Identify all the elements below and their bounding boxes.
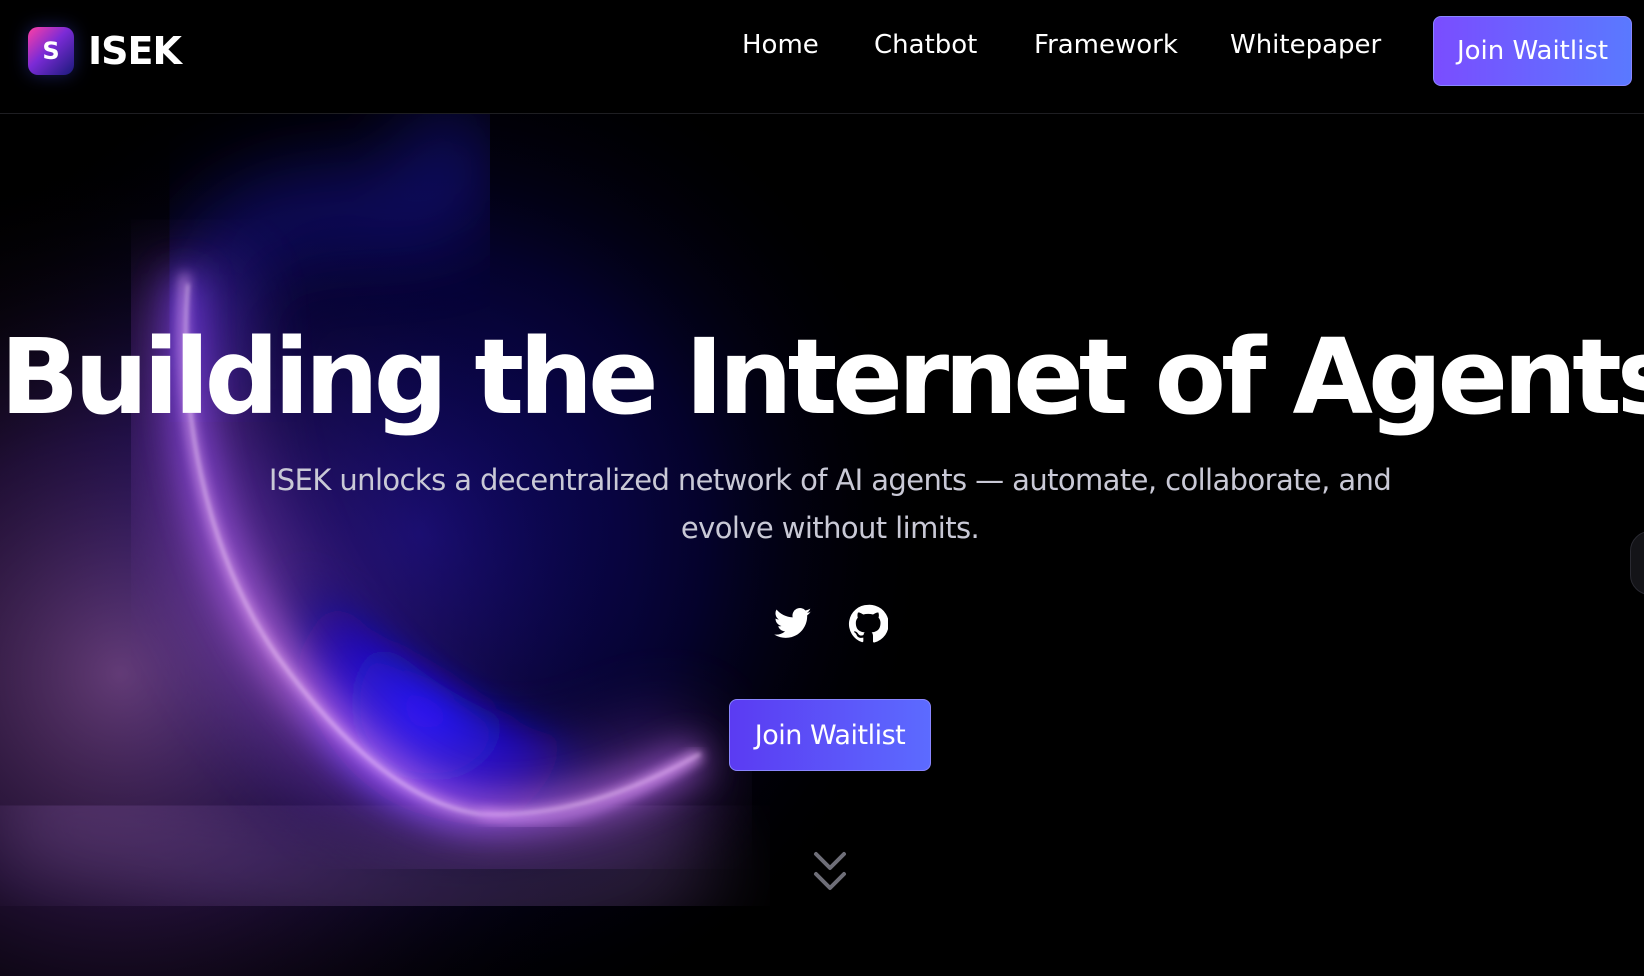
brand-logo-icon: S: [28, 27, 74, 75]
nav-link-chatbot[interactable]: Chatbot: [874, 30, 977, 60]
join-waitlist-hero-button[interactable]: Join Waitlist: [729, 699, 931, 771]
double-chevron-down-icon[interactable]: [812, 848, 848, 896]
landing-page: S ISEK Home Chatbot Framework Whitepaper…: [0, 0, 1644, 976]
join-waitlist-nav-button[interactable]: Join Waitlist: [1433, 16, 1632, 86]
hero-subtitle: ISEK unlocks a decentralized network of …: [250, 456, 1410, 552]
brand-logo-letter: S: [42, 37, 60, 65]
hero-title: Building the Internet of Agents: [0, 316, 1644, 438]
nav-link-home[interactable]: Home: [742, 30, 819, 60]
side-scroll-handle[interactable]: [1630, 531, 1644, 595]
hero-subtitle-line-2: evolve without limits.: [680, 511, 980, 545]
twitter-icon[interactable]: [773, 604, 813, 644]
hero-section: Building the Internet of Agents ISEK unl…: [0, 114, 1644, 976]
hero-subtitle-line-1: ISEK unlocks a decentralized network of …: [268, 463, 1392, 497]
brand[interactable]: S ISEK: [28, 27, 182, 75]
github-icon[interactable]: [848, 604, 889, 644]
top-navbar: S ISEK Home Chatbot Framework Whitepaper…: [0, 0, 1644, 114]
brand-name: ISEK: [88, 29, 182, 73]
nav-link-framework[interactable]: Framework: [1034, 30, 1178, 60]
nav-link-whitepaper[interactable]: Whitepaper: [1230, 30, 1381, 60]
